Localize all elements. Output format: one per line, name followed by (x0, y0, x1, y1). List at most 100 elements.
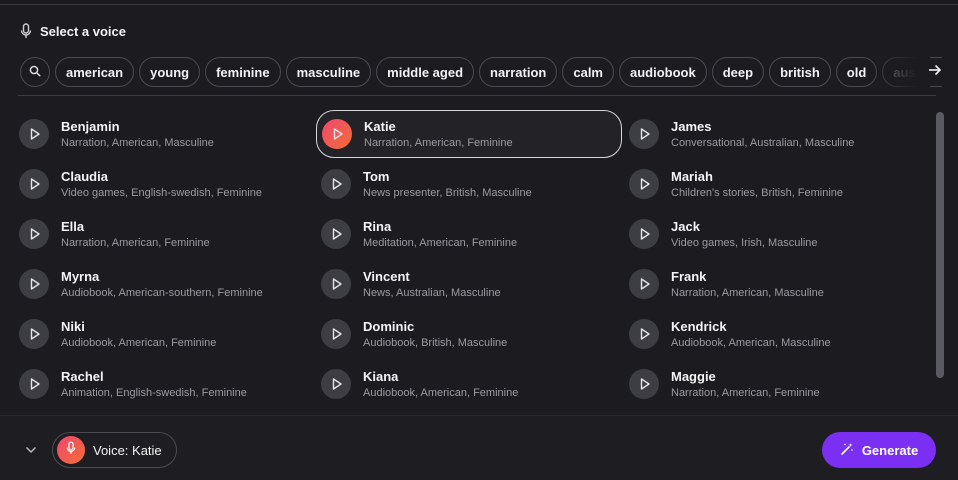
microphone-icon (20, 23, 32, 39)
filter-chip[interactable]: calm (562, 57, 614, 87)
generate-label: Generate (861, 442, 919, 458)
chips-scroll-right-button[interactable] (926, 62, 944, 82)
voice-description: Narration, American, Masculine (61, 137, 214, 149)
play-preview-button[interactable] (19, 319, 49, 349)
voice-description: News presenter, British, Masculine (363, 187, 532, 199)
voice-grid: Benjamin Narration, American, Masculine Ka… (14, 110, 934, 412)
microphone-icon (66, 441, 76, 460)
play-preview-button[interactable] (19, 269, 49, 299)
generate-button[interactable]: Generate (822, 432, 936, 468)
voice-item[interactable]: Vincent News, Australian, Masculine (316, 260, 622, 308)
voice-avatar (57, 436, 85, 464)
filter-chip[interactable]: middle aged (376, 57, 475, 87)
voice-description: Narration, American, Feminine (671, 387, 820, 399)
voice-description: Video games, English-swedish, Feminine (61, 187, 262, 199)
play-preview-button[interactable] (321, 369, 351, 399)
voice-name: Maggie (671, 369, 716, 384)
play-icon (30, 378, 40, 390)
selected-voice-label: Voice: Katie (93, 442, 162, 458)
play-preview-button[interactable] (629, 169, 659, 199)
voice-description: Narration, American, Masculine (671, 287, 824, 299)
voice-name: Rachel (61, 369, 104, 384)
collapse-toggle[interactable] (22, 441, 40, 459)
voice-item[interactable]: Benjamin Narration, American, Masculine (14, 110, 320, 158)
voice-name: Niki (61, 319, 85, 334)
voice-description: Audiobook, American-southern, Feminine (61, 287, 263, 299)
filter-chip[interactable]: narration (479, 57, 558, 87)
filter-chip[interactable]: old (835, 57, 878, 87)
voice-item[interactable]: Katie Narration, American, Feminine (316, 110, 622, 158)
play-preview-button[interactable] (321, 219, 351, 249)
top-divider (0, 4, 958, 5)
voice-picker-header: Select a voice (20, 22, 126, 40)
voice-description: Conversational, Australian, Masculine (671, 137, 855, 149)
filter-chip[interactable]: british (769, 57, 831, 87)
play-icon (640, 228, 650, 240)
play-preview-button[interactable] (321, 319, 351, 349)
voice-name: Tom (363, 169, 390, 184)
voice-name: James (671, 119, 712, 134)
play-icon (640, 378, 650, 390)
filter-chip[interactable]: audiobook (619, 57, 707, 87)
voice-item[interactable]: Ella Narration, American, Feminine (14, 210, 320, 258)
voice-description: Audiobook, American, Feminine (61, 337, 217, 349)
voice-description: Narration, American, Feminine (61, 237, 210, 249)
voice-name: Myrna (61, 269, 100, 284)
play-icon (640, 128, 650, 140)
voice-item[interactable]: Claudia Video games, English-swedish, Fem… (14, 160, 320, 208)
voice-item[interactable]: Niki Audiobook, American, Feminine (14, 310, 320, 358)
voice-name: Kendrick (671, 319, 727, 334)
selected-voice-pill[interactable]: Voice: Katie (52, 432, 177, 468)
filter-chip[interactable]: young (139, 57, 201, 87)
play-preview-button[interactable] (321, 169, 351, 199)
voice-list-scrollbar[interactable] (936, 112, 944, 378)
voice-item[interactable]: Myrna Audiobook, American-southern, Femin… (14, 260, 320, 308)
voice-item[interactable]: Rachel Animation, English-swedish, Femini… (14, 360, 320, 408)
play-preview-button[interactable] (19, 369, 49, 399)
play-preview-button[interactable] (19, 119, 49, 149)
filter-chip[interactable]: deep (711, 57, 765, 87)
voice-item[interactable]: Kendrick Audiobook, American, Masculine (624, 310, 930, 358)
voice-name: Jack (671, 219, 700, 234)
filter-chip[interactable]: masculine (285, 57, 372, 87)
voice-item[interactable]: Dominic Audiobook, British, Masculine (316, 310, 622, 358)
play-preview-button[interactable] (629, 369, 659, 399)
play-preview-button[interactable] (19, 219, 49, 249)
voice-item[interactable]: Jack Video games, Irish, Masculine (624, 210, 930, 258)
filter-search-button[interactable] (20, 57, 50, 87)
play-icon (332, 228, 342, 240)
magic-wand-icon (840, 442, 854, 459)
voice-description: Audiobook, American, Feminine (363, 387, 519, 399)
filter-chip[interactable]: american (55, 57, 135, 87)
play-icon (332, 278, 342, 290)
voice-item[interactable]: Tom News presenter, British, Masculine (316, 160, 622, 208)
play-preview-button[interactable] (629, 319, 659, 349)
play-icon (30, 328, 40, 340)
voice-item[interactable]: Maggie Narration, American, Feminine (624, 360, 930, 408)
play-preview-button[interactable] (19, 169, 49, 199)
play-icon (640, 328, 650, 340)
play-icon (30, 278, 40, 290)
voice-item[interactable]: Mariah Children's stories, British, Femin… (624, 160, 930, 208)
play-icon (30, 178, 40, 190)
voice-item[interactable]: James Conversational, Australian, Masculi… (624, 110, 930, 158)
voice-description: Audiobook, British, Masculine (363, 337, 508, 349)
voice-item[interactable]: Frank Narration, American, Masculine (624, 260, 930, 308)
filter-chip[interactable]: feminine (205, 57, 281, 87)
voice-name: Ella (61, 219, 85, 234)
voice-name: Vincent (363, 269, 410, 284)
filters-divider (18, 95, 936, 96)
voice-item[interactable]: Rina Meditation, American, Feminine (316, 210, 622, 258)
voice-item[interactable]: Kiana Audiobook, American, Feminine (316, 360, 622, 408)
play-preview-button[interactable] (629, 219, 659, 249)
play-icon (640, 278, 650, 290)
chevron-down-icon (25, 441, 37, 459)
play-preview-button[interactable] (322, 119, 352, 149)
play-preview-button[interactable] (629, 119, 659, 149)
voice-name: Benjamin (61, 119, 120, 134)
play-preview-button[interactable] (321, 269, 351, 299)
voice-description: Video games, Irish, Masculine (671, 237, 818, 249)
voice-description: Audiobook, American, Masculine (671, 337, 831, 349)
play-icon (332, 178, 342, 190)
play-preview-button[interactable] (629, 269, 659, 299)
